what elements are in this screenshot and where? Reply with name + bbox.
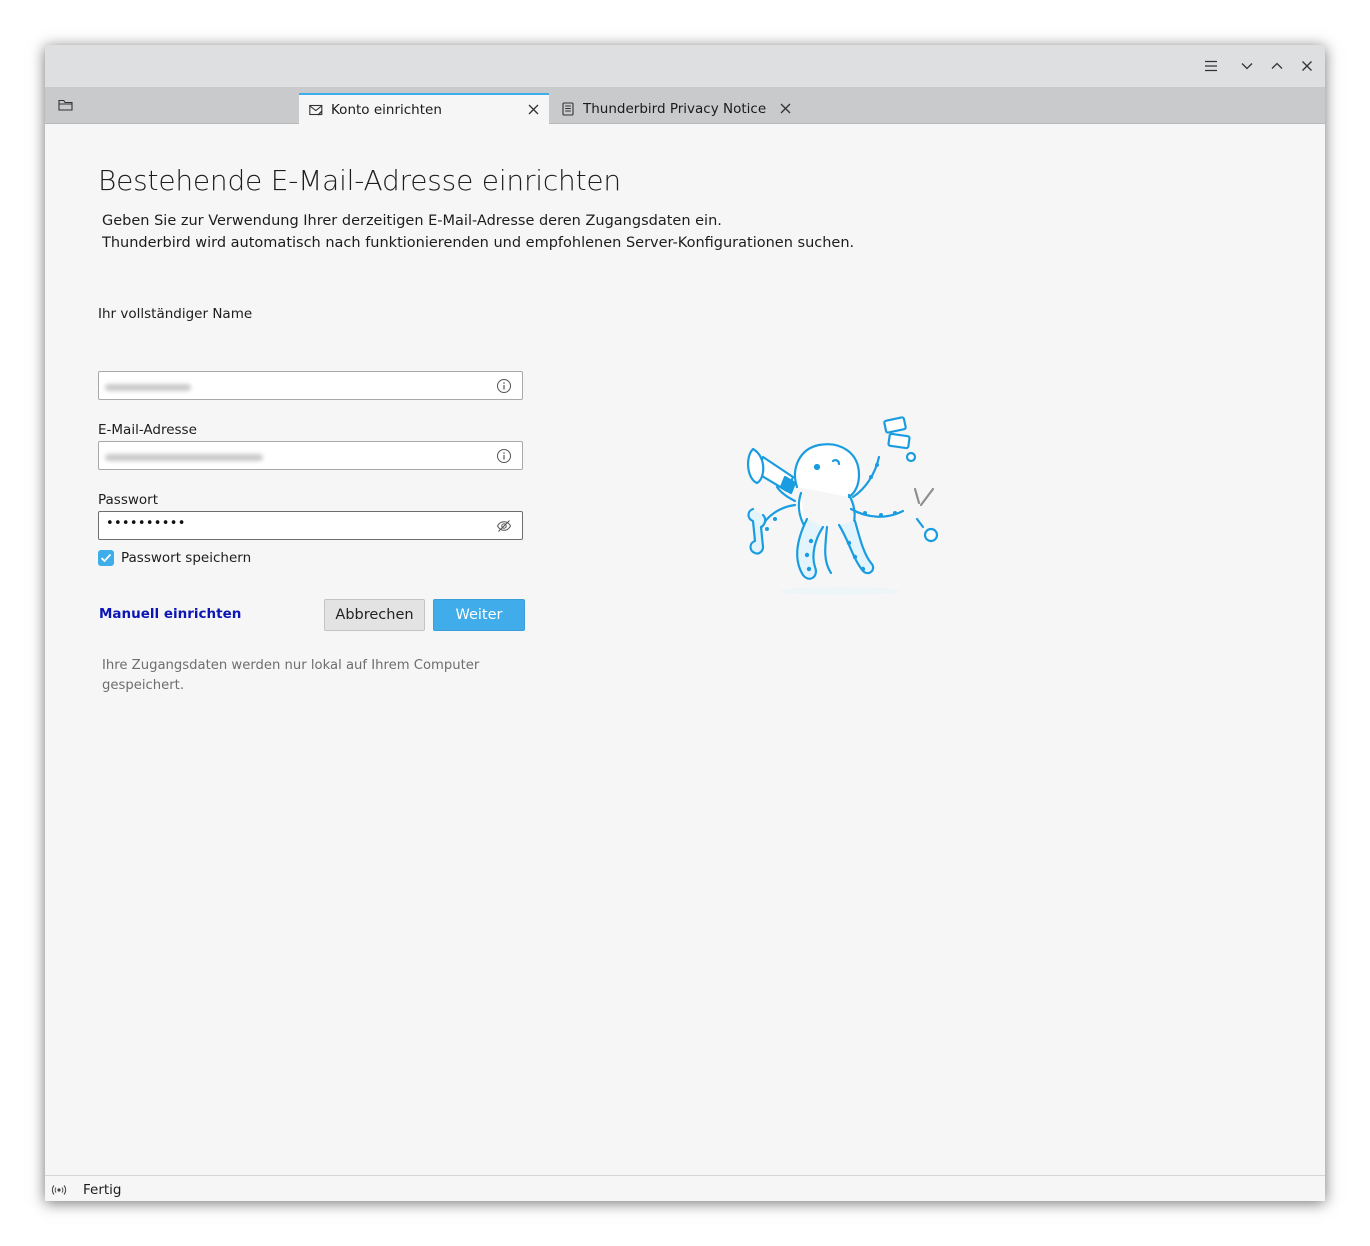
tab-close-icon[interactable] — [526, 103, 540, 117]
tab-close-icon[interactable] — [779, 102, 792, 116]
thunderbird-window: Konto einrichten Thunderbird Privacy Not… — [45, 45, 1325, 1201]
remember-password-checkbox[interactable] — [98, 550, 114, 566]
online-status-icon[interactable] — [51, 1182, 67, 1196]
toggle-password-visibility-icon[interactable] — [496, 518, 512, 534]
email-input[interactable] — [98, 441, 523, 470]
tab-privacy-notice[interactable]: Thunderbird Privacy Notice — — [551, 93, 801, 124]
remember-password-label[interactable]: Passwort speichern — [121, 550, 251, 566]
email-label: E-Mail-Adresse — [98, 422, 197, 438]
name-label: Ihr vollständiger Name — [98, 306, 253, 322]
password-value: •••••••••• — [106, 516, 186, 531]
password-input[interactable]: •••••••••• — [98, 511, 523, 540]
close-icon[interactable] — [1295, 54, 1319, 78]
tab-label: Thunderbird Privacy Notice — — [583, 100, 769, 117]
account-setup-page: Bestehende E-Mail-Adresse einrichten Geb… — [45, 124, 1325, 1175]
redacted-text — [105, 384, 191, 391]
password-label: Passwort — [98, 492, 159, 508]
status-text: Fertig — [83, 1182, 122, 1198]
full-name-input[interactable] — [98, 371, 523, 400]
mail-setup-icon — [309, 103, 323, 117]
tab-label: Konto einrichten — [331, 101, 442, 118]
page-description: Geben Sie zur Verwendung Ihrer derzeitig… — [102, 210, 854, 254]
octopus-illustration — [735, 409, 945, 599]
redacted-text — [105, 454, 263, 461]
hamburger-menu-icon[interactable] — [1199, 54, 1223, 78]
description-line: Thunderbird wird automatisch nach funkti… — [102, 235, 855, 251]
page-title: Bestehende E-Mail-Adresse einrichten — [98, 164, 621, 197]
title-bar — [45, 45, 1325, 87]
folder-icon[interactable] — [57, 97, 73, 113]
privacy-note: Ihre Zugangsdaten werden nur lokal auf I… — [102, 658, 480, 693]
info-icon[interactable] — [496, 378, 512, 394]
description-line: Geben Sie zur Verwendung Ihrer derzeitig… — [102, 213, 722, 229]
tab-bar: Konto einrichten Thunderbird Privacy Not… — [45, 87, 1325, 124]
maximize-icon[interactable] — [1265, 54, 1289, 78]
minimize-icon[interactable] — [1235, 54, 1259, 78]
manual-setup-link[interactable]: Manuell einrichten — [99, 606, 241, 622]
continue-button[interactable]: Weiter — [433, 599, 525, 631]
tab-account-setup[interactable]: Konto einrichten — [299, 93, 549, 124]
document-icon — [561, 101, 575, 116]
status-bar: Fertig — [45, 1175, 1325, 1201]
cancel-button[interactable]: Abbrechen — [324, 599, 425, 631]
info-icon[interactable] — [496, 448, 512, 464]
